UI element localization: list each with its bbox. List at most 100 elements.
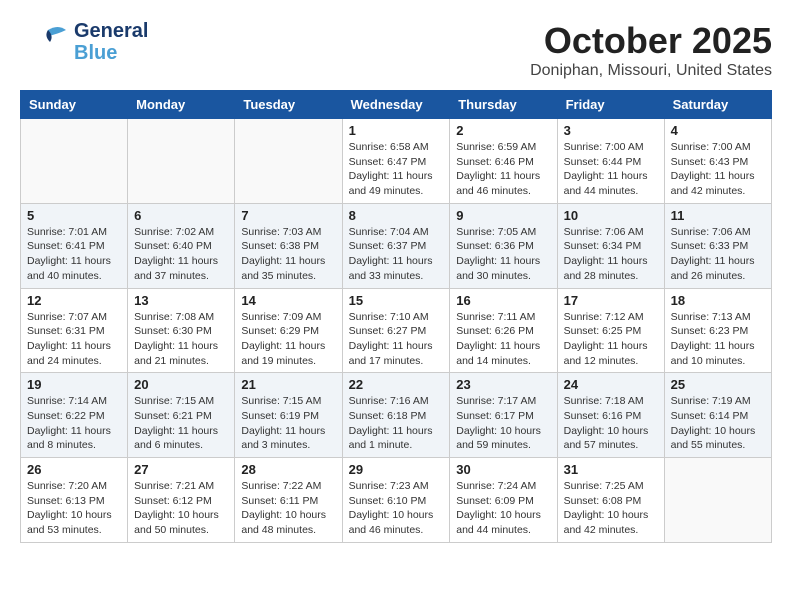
day-number: 16 [456, 293, 550, 308]
weekday-header-thursday: Thursday [450, 91, 557, 119]
calendar-day-cell: 16 Sunrise: 7:11 AM Sunset: 6:26 PM Dayli… [450, 288, 557, 373]
calendar-day-cell: 1 Sunrise: 6:58 AM Sunset: 6:47 PM Daylig… [342, 119, 450, 204]
calendar-week-row: 19 Sunrise: 7:14 AM Sunset: 6:22 PM Dayli… [21, 373, 772, 458]
calendar-day-cell: 22 Sunrise: 7:16 AM Sunset: 6:18 PM Dayli… [342, 373, 450, 458]
day-number: 1 [349, 123, 444, 138]
day-info: Sunrise: 7:11 AM Sunset: 6:26 PM Dayligh… [456, 310, 550, 369]
calendar-day-cell [128, 119, 235, 204]
day-info: Sunrise: 7:21 AM Sunset: 6:12 PM Dayligh… [134, 479, 228, 538]
day-info: Sunrise: 7:16 AM Sunset: 6:18 PM Dayligh… [349, 394, 444, 453]
month-year-title: October 2025 [530, 20, 772, 62]
calendar-day-cell: 17 Sunrise: 7:12 AM Sunset: 6:25 PM Dayli… [557, 288, 664, 373]
day-number: 26 [27, 462, 121, 477]
calendar-day-cell: 14 Sunrise: 7:09 AM Sunset: 6:29 PM Dayli… [235, 288, 342, 373]
day-number: 15 [349, 293, 444, 308]
day-info: Sunrise: 7:14 AM Sunset: 6:22 PM Dayligh… [27, 394, 121, 453]
calendar-day-cell: 6Sunrise: 7:02 AM Sunset: 6:40 PM Daylig… [128, 203, 235, 288]
day-info: Sunrise: 7:00 AM Sunset: 6:44 PM Dayligh… [564, 140, 658, 199]
day-number: 23 [456, 377, 550, 392]
weekday-header-tuesday: Tuesday [235, 91, 342, 119]
day-info: Sunrise: 7:15 AM Sunset: 6:19 PM Dayligh… [241, 394, 335, 453]
day-number: 8 [349, 208, 444, 223]
calendar-day-cell [235, 119, 342, 204]
day-info: Sunrise: 7:09 AM Sunset: 6:29 PM Dayligh… [241, 310, 335, 369]
day-number: 7 [241, 208, 335, 223]
calendar-day-cell: 5 Sunrise: 7:01 AM Sunset: 6:41 PM Daylig… [21, 203, 128, 288]
calendar-day-cell: 24 Sunrise: 7:18 AM Sunset: 6:16 PM Dayli… [557, 373, 664, 458]
calendar-day-cell: 31 Sunrise: 7:25 AM Sunset: 6:08 PM Dayli… [557, 458, 664, 543]
day-number: 20 [134, 377, 228, 392]
day-info: Sunrise: 7:05 AM Sunset: 6:36 PM Dayligh… [456, 225, 550, 284]
day-number: 10 [564, 208, 658, 223]
day-number: 29 [349, 462, 444, 477]
day-number: 19 [27, 377, 121, 392]
calendar-day-cell: 10 Sunrise: 7:06 AM Sunset: 6:34 PM Dayli… [557, 203, 664, 288]
day-info: Sunrise: 7:24 AM Sunset: 6:09 PM Dayligh… [456, 479, 550, 538]
weekday-header-saturday: Saturday [664, 91, 771, 119]
calendar-day-cell: 27 Sunrise: 7:21 AM Sunset: 6:12 PM Dayli… [128, 458, 235, 543]
calendar-day-cell: 4 Sunrise: 7:00 AM Sunset: 6:43 PM Daylig… [664, 119, 771, 204]
calendar-day-cell: 11Sunrise: 7:06 AM Sunset: 6:33 PM Dayli… [664, 203, 771, 288]
location-title: Doniphan, Missouri, United States [530, 62, 772, 80]
day-number: 5 [27, 208, 121, 223]
day-info: Sunrise: 7:03 AM Sunset: 6:38 PM Dayligh… [241, 225, 335, 284]
day-number: 28 [241, 462, 335, 477]
calendar-day-cell: 26Sunrise: 7:20 AM Sunset: 6:13 PM Dayli… [21, 458, 128, 543]
calendar-day-cell: 21 Sunrise: 7:15 AM Sunset: 6:19 PM Dayli… [235, 373, 342, 458]
title-section: October 2025 Doniphan, Missouri, United … [530, 20, 772, 80]
calendar-week-row: 26Sunrise: 7:20 AM Sunset: 6:13 PM Dayli… [21, 458, 772, 543]
calendar-day-cell: 19 Sunrise: 7:14 AM Sunset: 6:22 PM Dayli… [21, 373, 128, 458]
day-number: 11 [671, 208, 765, 223]
day-info: Sunrise: 7:23 AM Sunset: 6:10 PM Dayligh… [349, 479, 444, 538]
day-number: 17 [564, 293, 658, 308]
day-number: 27 [134, 462, 228, 477]
calendar-day-cell: 18Sunrise: 7:13 AM Sunset: 6:23 PM Dayli… [664, 288, 771, 373]
logo-icon [20, 22, 70, 62]
day-number: 9 [456, 208, 550, 223]
calendar-day-cell: 29 Sunrise: 7:23 AM Sunset: 6:10 PM Dayli… [342, 458, 450, 543]
day-info: Sunrise: 6:58 AM Sunset: 6:47 PM Dayligh… [349, 140, 444, 199]
day-info: Sunrise: 7:13 AM Sunset: 6:23 PM Dayligh… [671, 310, 765, 369]
day-info: Sunrise: 7:00 AM Sunset: 6:43 PM Dayligh… [671, 140, 765, 199]
day-number: 22 [349, 377, 444, 392]
calendar-day-cell [664, 458, 771, 543]
day-number: 13 [134, 293, 228, 308]
weekday-header-monday: Monday [128, 91, 235, 119]
day-number: 12 [27, 293, 121, 308]
day-info: Sunrise: 7:01 AM Sunset: 6:41 PM Dayligh… [27, 225, 121, 284]
day-info: Sunrise: 7:18 AM Sunset: 6:16 PM Dayligh… [564, 394, 658, 453]
weekday-header-row: SundayMondayTuesdayWednesdayThursdayFrid… [21, 91, 772, 119]
day-info: Sunrise: 7:22 AM Sunset: 6:11 PM Dayligh… [241, 479, 335, 538]
day-info: Sunrise: 7:12 AM Sunset: 6:25 PM Dayligh… [564, 310, 658, 369]
calendar-week-row: 5 Sunrise: 7:01 AM Sunset: 6:41 PM Daylig… [21, 203, 772, 288]
calendar-day-cell: 8Sunrise: 7:04 AM Sunset: 6:37 PM Daylig… [342, 203, 450, 288]
logo-blue: Blue [74, 42, 148, 64]
weekday-header-sunday: Sunday [21, 91, 128, 119]
calendar-week-row: 12 Sunrise: 7:07 AM Sunset: 6:31 PM Dayli… [21, 288, 772, 373]
day-number: 21 [241, 377, 335, 392]
day-info: Sunrise: 7:25 AM Sunset: 6:08 PM Dayligh… [564, 479, 658, 538]
day-info: Sunrise: 7:07 AM Sunset: 6:31 PM Dayligh… [27, 310, 121, 369]
calendar-day-cell: 25Sunrise: 7:19 AM Sunset: 6:14 PM Dayli… [664, 373, 771, 458]
day-info: Sunrise: 7:06 AM Sunset: 6:34 PM Dayligh… [564, 225, 658, 284]
day-info: Sunrise: 7:10 AM Sunset: 6:27 PM Dayligh… [349, 310, 444, 369]
day-number: 31 [564, 462, 658, 477]
calendar-day-cell: 13 Sunrise: 7:08 AM Sunset: 6:30 PM Dayli… [128, 288, 235, 373]
day-number: 30 [456, 462, 550, 477]
day-info: Sunrise: 7:15 AM Sunset: 6:21 PM Dayligh… [134, 394, 228, 453]
day-info: Sunrise: 7:08 AM Sunset: 6:30 PM Dayligh… [134, 310, 228, 369]
day-number: 6 [134, 208, 228, 223]
day-info: Sunrise: 6:59 AM Sunset: 6:46 PM Dayligh… [456, 140, 550, 199]
calendar-day-cell: 15 Sunrise: 7:10 AM Sunset: 6:27 PM Dayli… [342, 288, 450, 373]
day-info: Sunrise: 7:19 AM Sunset: 6:14 PM Dayligh… [671, 394, 765, 453]
calendar-day-cell: 7 Sunrise: 7:03 AM Sunset: 6:38 PM Daylig… [235, 203, 342, 288]
calendar-day-cell: 20 Sunrise: 7:15 AM Sunset: 6:21 PM Dayli… [128, 373, 235, 458]
day-number: 14 [241, 293, 335, 308]
calendar-week-row: 1 Sunrise: 6:58 AM Sunset: 6:47 PM Daylig… [21, 119, 772, 204]
day-number: 4 [671, 123, 765, 138]
calendar-day-cell [21, 119, 128, 204]
day-number: 24 [564, 377, 658, 392]
calendar-day-cell: 23Sunrise: 7:17 AM Sunset: 6:17 PM Dayli… [450, 373, 557, 458]
day-number: 2 [456, 123, 550, 138]
logo: General Blue [20, 20, 148, 64]
